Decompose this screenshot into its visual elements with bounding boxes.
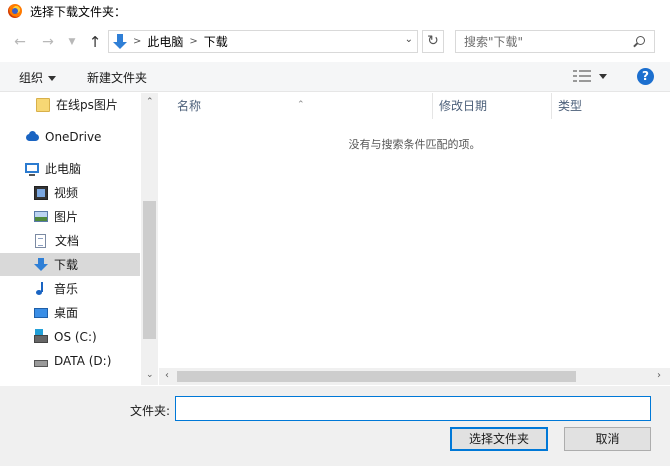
breadcrumb-separator-icon: > xyxy=(189,36,198,47)
up-arrow-icon[interactable]: ↑ xyxy=(85,32,105,52)
view-details-icon[interactable] xyxy=(573,70,591,82)
back-arrow-icon[interactable]: ← xyxy=(10,32,30,52)
nav-item-label: 音乐 xyxy=(54,282,79,296)
caret-down-icon xyxy=(48,76,57,81)
organize-label: 组织 xyxy=(19,71,44,85)
this-pc-icon xyxy=(25,162,39,176)
scroll-right-arrow-icon[interactable]: › xyxy=(657,370,661,381)
address-bar[interactable]: > 此电脑 > 下载 ⌄ xyxy=(108,30,418,53)
title-bar: 选择下载文件夹： xyxy=(0,0,670,22)
scroll-left-arrow-icon[interactable]: ‹ xyxy=(165,370,169,381)
nav-item-os-drive[interactable]: OS (C:) xyxy=(0,325,140,348)
nav-item-videos[interactable]: 视频 xyxy=(0,181,140,204)
nav-item-label: OneDrive xyxy=(45,129,102,144)
nav-item-this-pc[interactable]: 此电脑 xyxy=(0,157,140,180)
nav-item-documents[interactable]: 文档 xyxy=(0,229,140,252)
nav-pane-scrollbar[interactable]: ⌃ ⌄ xyxy=(141,93,158,385)
cancel-button[interactable]: 取消 xyxy=(564,427,651,451)
desktop-icon xyxy=(34,307,48,318)
navigation-pane: 在线ps图片 OneDrive 此电脑 视频 图片 文档 下载 音乐 桌面 OS… xyxy=(0,93,158,385)
folder-icon xyxy=(36,97,50,112)
nav-item-label: 在线ps图片 xyxy=(56,98,118,112)
scroll-up-arrow-icon[interactable]: ⌃ xyxy=(146,97,154,107)
file-list-pane: 名称 ⌃ 修改日期 类型 没有与搜索条件匹配的项。 ‹ › xyxy=(159,93,670,385)
nav-item-data-drive[interactable]: DATA (D:) xyxy=(0,349,140,372)
column-header-type[interactable]: 类型 xyxy=(552,93,652,119)
column-header-label: 类型 xyxy=(558,99,583,113)
onedrive-icon xyxy=(25,130,39,144)
folder-name-field[interactable] xyxy=(175,396,651,421)
search-icon[interactable] xyxy=(636,36,645,45)
nav-item-pictures[interactable]: 图片 xyxy=(0,205,140,228)
breadcrumb-this-pc[interactable]: 此电脑 xyxy=(147,33,183,50)
nav-item-label: 文档 xyxy=(55,234,80,248)
downloads-icon xyxy=(113,33,127,50)
nav-item-music[interactable]: 音乐 xyxy=(0,277,140,300)
help-icon[interactable]: ? xyxy=(637,68,654,85)
pictures-icon xyxy=(34,211,48,222)
nav-item-onedrive[interactable]: OneDrive xyxy=(0,125,140,148)
dropdown-chevron-icon[interactable]: ▼ xyxy=(62,32,82,52)
os-drive-icon xyxy=(34,328,48,343)
videos-icon xyxy=(34,185,48,200)
breadcrumb-downloads[interactable]: 下载 xyxy=(204,33,228,50)
nav-item-label: 下载 xyxy=(54,258,79,272)
column-header-label: 名称 xyxy=(177,99,202,113)
nav-item-label: 视频 xyxy=(54,186,79,200)
nav-item-label: 桌面 xyxy=(54,306,79,320)
chevron-down-icon[interactable]: ⌄ xyxy=(405,34,413,45)
nav-item-label: 图片 xyxy=(54,210,79,224)
folder-field-label: 文件夹: xyxy=(130,404,171,418)
nav-item-downloads[interactable]: 下载 xyxy=(0,253,140,276)
view-options-caret-icon[interactable] xyxy=(599,74,607,79)
downloads-icon xyxy=(34,257,48,272)
empty-results-message: 没有与搜索条件匹配的项。 xyxy=(348,138,481,151)
sort-ascending-icon: ⌃ xyxy=(297,100,305,110)
nav-item-label: 此电脑 xyxy=(45,162,82,176)
nav-item-label: OS (C:) xyxy=(54,329,97,344)
firefox-icon xyxy=(8,4,22,18)
organize-menu[interactable]: 组织 xyxy=(19,69,57,86)
column-header-name[interactable]: 名称 ⌃ xyxy=(159,93,433,119)
file-list-horizontal-scrollbar[interactable]: ‹ › xyxy=(159,368,670,385)
nav-item-online-ps-pictures[interactable]: 在线ps图片 xyxy=(0,93,140,116)
nav-item-desktop[interactable]: 桌面 xyxy=(0,301,140,324)
search-input[interactable] xyxy=(464,34,634,49)
refresh-button[interactable]: ↻ xyxy=(422,30,444,53)
dialog-footer: 文件夹: 选择文件夹 取消 xyxy=(0,386,670,466)
forward-arrow-icon[interactable]: → xyxy=(38,32,58,52)
data-drive-icon xyxy=(34,359,48,367)
refresh-icon: ↻ xyxy=(427,33,439,49)
documents-icon xyxy=(35,233,46,248)
command-bar: 组织 新建文件夹 ? xyxy=(0,62,670,92)
window-title: 选择下载文件夹： xyxy=(30,4,127,19)
nav-item-label: DATA (D:) xyxy=(54,353,112,368)
file-list-scroll-thumb[interactable] xyxy=(177,371,576,382)
music-icon xyxy=(34,281,48,296)
nav-pane-scroll-thumb[interactable] xyxy=(143,201,156,339)
search-box[interactable] xyxy=(455,30,655,53)
new-folder-button[interactable]: 新建文件夹 xyxy=(87,69,147,86)
navigation-row: ← → ▼ ↑ > 此电脑 > 下载 ⌄ ↻ xyxy=(0,28,670,56)
select-folder-button[interactable]: 选择文件夹 xyxy=(450,427,548,451)
breadcrumb-separator-icon: > xyxy=(133,36,142,47)
column-header-label: 修改日期 xyxy=(439,99,488,113)
column-header-date-modified[interactable]: 修改日期 xyxy=(433,93,552,119)
scroll-down-arrow-icon[interactable]: ⌄ xyxy=(146,370,154,380)
